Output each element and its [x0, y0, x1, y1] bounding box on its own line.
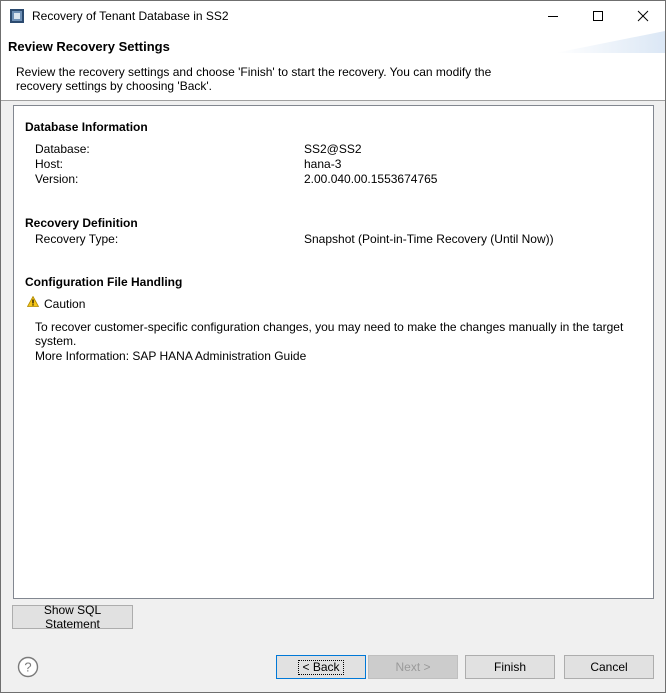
config-handling-heading: Configuration File Handling: [25, 275, 183, 289]
page-title: Review Recovery Settings: [8, 39, 170, 54]
host-label: Host:: [35, 157, 64, 171]
database-value: SS2@SS2: [304, 142, 362, 156]
dialog-window: Recovery of Tenant Database in SS2 Revie…: [0, 0, 666, 693]
more-information-text: More Information: SAP HANA Administratio…: [35, 349, 307, 363]
recovery-type-label: Recovery Type:: [35, 232, 119, 246]
close-button[interactable]: [620, 1, 666, 31]
settings-panel: Database Information Database: SS2@SS2 H…: [13, 105, 654, 599]
caution-label: Caution: [44, 297, 86, 311]
wizard-header: Review Recovery Settings Review the reco…: [1, 31, 665, 101]
close-icon: [637, 10, 649, 22]
database-label: Database:: [35, 142, 90, 156]
host-value: hana-3: [304, 157, 342, 171]
window-title: Recovery of Tenant Database in SS2: [32, 9, 229, 23]
version-value: 2.00.040.00.1553674765: [304, 172, 438, 186]
svg-text:?: ?: [24, 660, 31, 675]
finish-button[interactable]: Finish: [465, 655, 555, 679]
version-label: Version:: [35, 172, 79, 186]
next-button[interactable]: Next >: [368, 655, 458, 679]
recovery-definition-heading: Recovery Definition: [25, 216, 138, 230]
warning-icon: [27, 296, 39, 307]
maximize-button[interactable]: [575, 1, 621, 31]
minimize-icon: [548, 16, 558, 17]
help-icon[interactable]: ?: [17, 656, 39, 678]
database-info-heading: Database Information: [25, 120, 148, 134]
show-sql-button[interactable]: Show SQL Statement: [12, 603, 133, 631]
recovery-type-value: Snapshot (Point-in-Time Recovery (Until …: [304, 232, 554, 246]
title-bar: Recovery of Tenant Database in SS2: [1, 1, 665, 31]
header-decoration: [555, 31, 665, 53]
config-note: To recover customer-specific configurati…: [35, 320, 624, 348]
back-button-label: < Back: [298, 659, 344, 675]
page-description: Review the recovery settings and choose …: [16, 65, 492, 93]
minimize-button[interactable]: [530, 1, 576, 31]
back-button[interactable]: < Back: [276, 655, 366, 679]
hana-studio-icon: [10, 9, 24, 23]
cancel-button[interactable]: Cancel: [564, 655, 654, 679]
maximize-icon: [593, 11, 603, 21]
